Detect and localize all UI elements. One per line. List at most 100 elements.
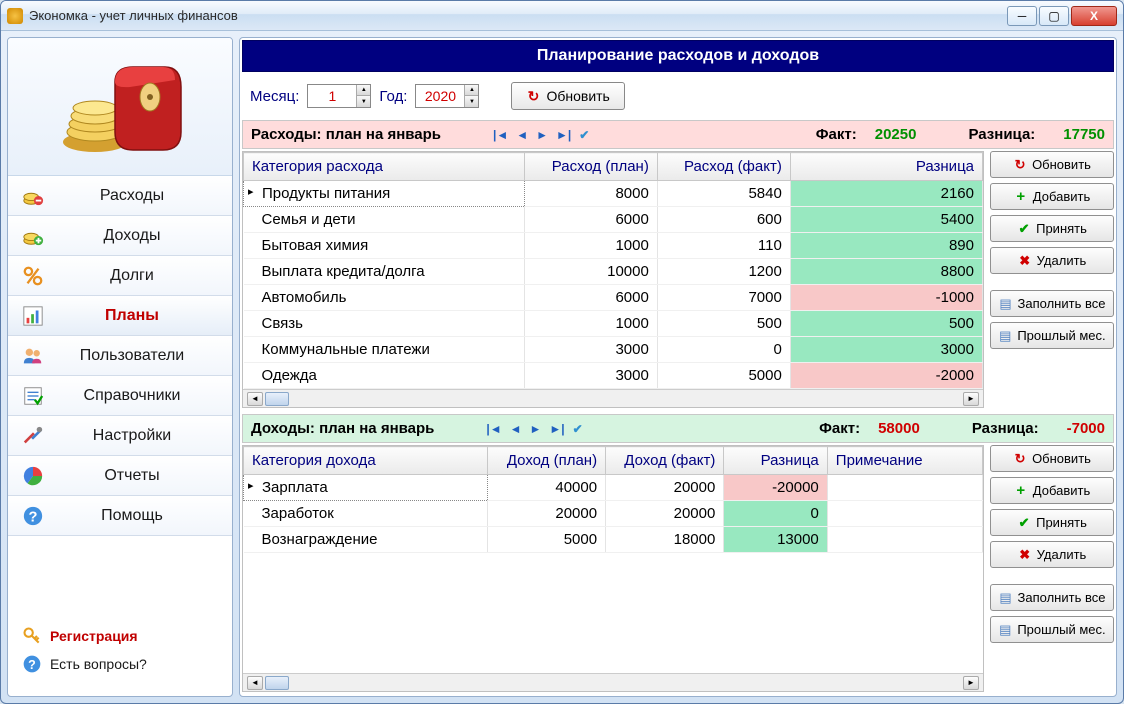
nav-check-icon[interactable]: ✔ (573, 422, 583, 436)
col-fact[interactable]: Доход (факт) (606, 447, 724, 475)
table-row[interactable]: Заработок 20000 20000 0 (244, 501, 983, 527)
cell-category[interactable]: Бытовая химия (244, 233, 525, 259)
cell-diff[interactable]: 5400 (790, 207, 982, 233)
cell-category[interactable]: Автомобиль (244, 285, 525, 311)
cell-diff[interactable]: 500 (790, 311, 982, 337)
cell-diff[interactable]: 0 (724, 501, 827, 527)
year-spinner[interactable]: ▲▼ (415, 84, 479, 108)
scroll-thumb[interactable] (265, 676, 289, 690)
inc-add-button[interactable]: +Добавить (990, 477, 1114, 504)
cell-plan[interactable]: 20000 (487, 501, 605, 527)
cell-category[interactable]: Связь (244, 311, 525, 337)
sidebar-item-reports[interactable]: Отчеты (8, 456, 232, 496)
cell-plan[interactable]: 6000 (524, 285, 657, 311)
cell-diff[interactable]: -1000 (790, 285, 982, 311)
sidebar-item-debts[interactable]: Долги (8, 256, 232, 296)
scroll-thumb[interactable] (265, 392, 289, 406)
exp-fill-all-button[interactable]: ▤Заполнить все (990, 290, 1114, 317)
cell-fact[interactable]: 1200 (657, 259, 790, 285)
cell-fact[interactable]: 5000 (657, 363, 790, 389)
minimize-button[interactable]: ─ (1007, 6, 1037, 26)
cell-category[interactable]: Семья и дети (244, 207, 525, 233)
cell-diff[interactable]: 13000 (724, 527, 827, 553)
expenses-grid[interactable]: Категория расхода Расход (план) Расход (… (243, 152, 983, 389)
cell-plan[interactable]: 3000 (524, 337, 657, 363)
cell-plan[interactable]: 6000 (524, 207, 657, 233)
cell-diff[interactable]: 890 (790, 233, 982, 259)
col-note[interactable]: Примечание (827, 447, 982, 475)
table-row[interactable]: Одежда 3000 5000 -2000 (244, 363, 983, 389)
cell-plan[interactable]: 40000 (487, 475, 605, 501)
cell-fact[interactable]: 7000 (657, 285, 790, 311)
nav-next-icon[interactable]: ► (530, 422, 542, 436)
col-category[interactable]: Категория дохода (244, 447, 488, 475)
month-spinner[interactable]: ▲▼ (307, 84, 371, 108)
sidebar-item-users[interactable]: Пользователи (8, 336, 232, 376)
table-row[interactable]: Семья и дети 6000 600 5400 (244, 207, 983, 233)
table-row[interactable]: Бытовая химия 1000 110 890 (244, 233, 983, 259)
cell-note[interactable] (827, 475, 982, 501)
cell-category[interactable]: Продукты питания (244, 181, 525, 207)
col-diff[interactable]: Разница (790, 153, 982, 181)
sidebar-item-settings[interactable]: Настройки (8, 416, 232, 456)
cell-diff[interactable]: 8800 (790, 259, 982, 285)
cell-diff[interactable]: 2160 (790, 181, 982, 207)
cell-fact[interactable]: 500 (657, 311, 790, 337)
sidebar-item-plans[interactable]: Планы (8, 296, 232, 336)
cell-plan[interactable]: 8000 (524, 181, 657, 207)
col-plan[interactable]: Расход (план) (524, 153, 657, 181)
nav-next-icon[interactable]: ► (536, 128, 548, 142)
nav-first-icon[interactable]: |◄ (486, 422, 501, 436)
exp-last-month-button[interactable]: ▤Прошлый мес. (990, 322, 1114, 349)
inc-delete-button[interactable]: ✖Удалить (990, 541, 1114, 568)
year-up[interactable]: ▲ (465, 85, 478, 96)
nav-prev-icon[interactable]: ◄ (516, 128, 528, 142)
cell-diff[interactable]: 3000 (790, 337, 982, 363)
cell-fact[interactable]: 5840 (657, 181, 790, 207)
scroll-right-icon[interactable]: ► (963, 676, 979, 690)
cell-plan[interactable]: 10000 (524, 259, 657, 285)
cell-category[interactable]: Заработок (244, 501, 488, 527)
nav-first-icon[interactable]: |◄ (493, 128, 508, 142)
cell-fact[interactable]: 18000 (606, 527, 724, 553)
table-row[interactable]: Коммунальные платежи 3000 0 3000 (244, 337, 983, 363)
month-up[interactable]: ▲ (357, 85, 370, 96)
col-plan[interactable]: Доход (план) (487, 447, 605, 475)
exp-refresh-button[interactable]: ↻Обновить (990, 151, 1114, 178)
cell-plan[interactable]: 3000 (524, 363, 657, 389)
cell-note[interactable] (827, 527, 982, 553)
table-row[interactable]: Автомобиль 6000 7000 -1000 (244, 285, 983, 311)
nav-check-icon[interactable]: ✔ (579, 128, 589, 142)
nav-last-icon[interactable]: ►| (549, 422, 564, 436)
year-input[interactable] (416, 85, 464, 107)
cell-diff[interactable]: -20000 (724, 475, 827, 501)
table-row[interactable]: Связь 1000 500 500 (244, 311, 983, 337)
exp-add-button[interactable]: +Добавить (990, 183, 1114, 210)
table-row[interactable]: Выплата кредита/долга 10000 1200 8800 (244, 259, 983, 285)
incomes-grid[interactable]: Категория дохода Доход (план) Доход (фак… (243, 446, 983, 553)
inc-last-month-button[interactable]: ▤Прошлый мес. (990, 616, 1114, 643)
h-scrollbar[interactable]: ◄ ► (243, 673, 983, 691)
nav-last-icon[interactable]: ►| (556, 128, 571, 142)
scroll-right-icon[interactable]: ► (963, 392, 979, 406)
col-category[interactable]: Категория расхода (244, 153, 525, 181)
cell-category[interactable]: Коммунальные платежи (244, 337, 525, 363)
cell-plan[interactable]: 1000 (524, 233, 657, 259)
cell-plan[interactable]: 1000 (524, 311, 657, 337)
sidebar-item-dictionaries[interactable]: Справочники (8, 376, 232, 416)
nav-prev-icon[interactable]: ◄ (510, 422, 522, 436)
scroll-left-icon[interactable]: ◄ (247, 392, 263, 406)
col-fact[interactable]: Расход (факт) (657, 153, 790, 181)
table-row[interactable]: Вознаграждение 5000 18000 13000 (244, 527, 983, 553)
cell-fact[interactable]: 20000 (606, 475, 724, 501)
table-row[interactable]: Зарплата 40000 20000 -20000 (244, 475, 983, 501)
exp-delete-button[interactable]: ✖Удалить (990, 247, 1114, 274)
refresh-button[interactable]: ↻ Обновить (511, 82, 624, 110)
exp-accept-button[interactable]: ✔Принять (990, 215, 1114, 242)
cell-plan[interactable]: 5000 (487, 527, 605, 553)
inc-fill-all-button[interactable]: ▤Заполнить все (990, 584, 1114, 611)
inc-accept-button[interactable]: ✔Принять (990, 509, 1114, 536)
questions-link[interactable]: ? Есть вопросы? (22, 654, 218, 674)
cell-fact[interactable]: 20000 (606, 501, 724, 527)
maximize-button[interactable]: ▢ (1039, 6, 1069, 26)
